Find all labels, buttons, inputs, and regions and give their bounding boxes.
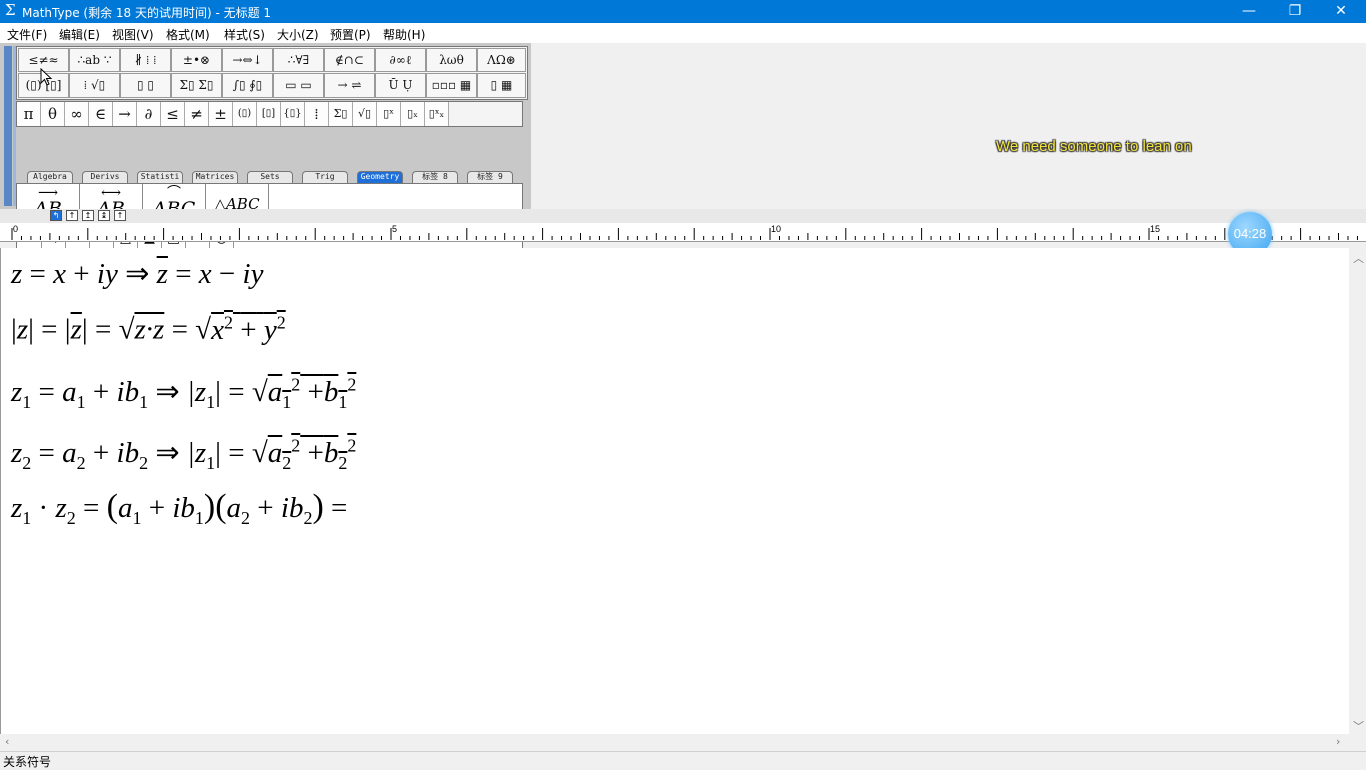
right-arrow-symbol-button[interactable]: → bbox=[113, 102, 137, 126]
toolbar-drag-handle[interactable] bbox=[4, 46, 12, 206]
set-theory-palette-button[interactable]: ∉∩⊂ bbox=[324, 48, 375, 72]
toolbar-empty-area bbox=[531, 43, 1366, 209]
scroll-down-arrow-icon[interactable]: ﹀ bbox=[1353, 718, 1364, 734]
operators-palette-button[interactable]: ±•⊗ bbox=[171, 48, 222, 72]
ruler-ticks bbox=[11, 228, 1358, 240]
small-symbol-bar: π θ ∞ ∈ → ∂ ≤ ≠ ± (▯) [▯] {▯} ⁞ Σ▯ √▯ ▯ˣ… bbox=[16, 101, 523, 127]
greek-lower-palette-button[interactable]: λωθ bbox=[426, 48, 477, 72]
menu-file[interactable]: 文件(F) bbox=[7, 26, 47, 43]
mathtype-app-icon: Σ bbox=[5, 1, 16, 19]
scroll-left-arrow-icon[interactable]: ‹ bbox=[5, 735, 9, 748]
ruler-label-5: 5 bbox=[392, 224, 398, 234]
subscript-template-button[interactable]: ▯ₓ bbox=[401, 102, 425, 126]
not-equal-symbol-button[interactable]: ≠ bbox=[185, 102, 209, 126]
tab-stop-strip: ↰ ↑ ↥ ↨ ↑ bbox=[0, 209, 1366, 223]
title-bar: Σ MathType (剩余 18 天的试用时间) - 无标题 1 — ❐ ✕ bbox=[0, 0, 1366, 23]
misc-symbols-palette-button[interactable]: ∂∞ℓ bbox=[375, 48, 426, 72]
menu-preferences[interactable]: 预置(P) bbox=[330, 26, 371, 43]
window-title: MathType (剩余 18 天的试用时间) - 无标题 1 bbox=[22, 6, 272, 20]
ruler[interactable]: 0 5 10 15 bbox=[0, 223, 1366, 242]
scroll-up-arrow-icon[interactable]: ︿ bbox=[1353, 250, 1364, 266]
element-of-symbol-button[interactable]: ∈ bbox=[89, 102, 113, 126]
equation-line-4: z2 = a2 + ib2 ⇒ |z1| = √a22 +b22 bbox=[11, 435, 357, 473]
left-tab-stop-button[interactable]: ↰ bbox=[50, 210, 62, 221]
logic-palette-button[interactable]: ∴∀∃ bbox=[273, 48, 324, 72]
menu-format[interactable]: 格式(M) bbox=[166, 26, 210, 43]
less-equal-symbol-button[interactable]: ≤ bbox=[161, 102, 185, 126]
sub-superscript-template-button[interactable]: ▯ˣₓ bbox=[425, 102, 449, 126]
equation-line-5: z1 · z2 = (a1 + ib1)(a2 + ib2) = bbox=[11, 488, 348, 528]
palette-area: ≤≠≈ ∴ab ∵ ∦ ⁞ ⁞ ±•⊗ →⇔↓ ∴∀∃ ∉∩⊂ ∂∞ℓ λωθ … bbox=[16, 46, 528, 100]
relation-tab-stop-button[interactable]: ↨ bbox=[98, 210, 110, 221]
horizontal-scrollbar[interactable]: ‹ › bbox=[0, 734, 1349, 751]
menu-help[interactable]: 帮助(H) bbox=[383, 26, 425, 43]
equation-line-2: |z| = |z| = √z·z = √x2 + y2 bbox=[11, 312, 286, 346]
scroll-right-arrow-icon[interactable]: › bbox=[1336, 735, 1340, 748]
integrals-palette-button[interactable]: ∫▯ ∮▯ bbox=[222, 73, 273, 98]
ruler-label-10: 10 bbox=[771, 224, 782, 234]
decimal-tab-stop-button[interactable]: ↑ bbox=[114, 210, 126, 221]
superscript-template-button[interactable]: ▯ˣ bbox=[377, 102, 401, 126]
parentheses-template-button[interactable]: (▯) bbox=[233, 102, 257, 126]
right-tab-stop-button[interactable]: ↥ bbox=[82, 210, 94, 221]
menu-style[interactable]: 样式(S) bbox=[224, 26, 265, 43]
arrows-palette-button[interactable]: →⇔↓ bbox=[222, 48, 273, 72]
mouse-cursor-icon bbox=[40, 68, 53, 86]
partial-symbol-button[interactable]: ∂ bbox=[137, 102, 161, 126]
tab-algebra[interactable]: Algebra bbox=[27, 171, 73, 183]
equation-line-3: z1 = a1 + ib1 ⇒ |z1| = √a12 +b12 bbox=[11, 374, 357, 412]
video-subtitle: We need someone to lean on bbox=[996, 138, 1192, 155]
menu-bar: 文件(F) 编辑(E) 视图(V) 格式(M) 样式(S) 大小(Z) 预置(P… bbox=[0, 23, 1366, 43]
spaces-ellipses-palette-button[interactable]: ∴ab ∵ bbox=[69, 48, 120, 72]
products-palette-button[interactable]: Ū Ụ bbox=[375, 73, 426, 98]
labeled-arrows-palette-button[interactable]: → ⇌ bbox=[324, 73, 375, 98]
fractions-radicals-palette-button[interactable]: ⁞ √▯ bbox=[69, 73, 120, 98]
equation-editor-area[interactable]: z = x + iy ⇒ z = x − iy |z| = |z| = √z·z… bbox=[0, 248, 1350, 734]
summation-palette-button[interactable]: Σ▯ Σ▯ bbox=[171, 73, 222, 98]
menu-size[interactable]: 大小(Z) bbox=[277, 26, 319, 43]
tab-8[interactable]: 标签 8 bbox=[412, 171, 458, 183]
center-tab-stop-button[interactable]: ↑ bbox=[66, 210, 78, 221]
boxes-palette-button[interactable]: ▯ ▦ bbox=[477, 73, 526, 98]
ruler-label-15: 15 bbox=[1150, 224, 1161, 234]
bars-palette-button[interactable]: ▭ ▭ bbox=[273, 73, 324, 98]
brackets-template-button[interactable]: [▯] bbox=[257, 102, 281, 126]
matrices-palette-button[interactable]: ▫▫▫ ▦ bbox=[426, 73, 477, 98]
vertical-scrollbar[interactable]: ︿ ﹀ bbox=[1349, 248, 1366, 734]
tab-geometry[interactable]: Geometry bbox=[357, 171, 403, 183]
subscripts-palette-button[interactable]: ▯ ▯ bbox=[120, 73, 171, 98]
embellishments-palette-button[interactable]: ∦ ⁞ ⁞ bbox=[120, 48, 171, 72]
fraction-template-button[interactable]: ⁞ bbox=[305, 102, 329, 126]
theta-symbol-button[interactable]: θ bbox=[41, 102, 65, 126]
plus-minus-symbol-button[interactable]: ± bbox=[209, 102, 233, 126]
ruler-label-0: 0 bbox=[13, 224, 19, 234]
braces-template-button[interactable]: {▯} bbox=[281, 102, 305, 126]
tab-9[interactable]: 标签 9 bbox=[467, 171, 513, 183]
infinity-symbol-button[interactable]: ∞ bbox=[65, 102, 89, 126]
equation-line-1: z = x + iy ⇒ z = x − iy bbox=[11, 258, 264, 290]
sum-template-button[interactable]: Σ▯ bbox=[329, 102, 353, 126]
status-bar: 关系符号 bbox=[0, 751, 1366, 769]
pi-symbol-button[interactable]: π bbox=[17, 102, 41, 126]
tab-matrices[interactable]: Matrices bbox=[192, 171, 238, 183]
tab-trig[interactable]: Trig bbox=[302, 171, 348, 183]
minimize-button[interactable]: — bbox=[1226, 0, 1272, 23]
menu-view[interactable]: 视图(V) bbox=[112, 26, 154, 43]
menu-edit[interactable]: 编辑(E) bbox=[59, 26, 100, 43]
maximize-button[interactable]: ❐ bbox=[1272, 0, 1318, 23]
radical-template-button[interactable]: √▯ bbox=[353, 102, 377, 126]
greek-upper-palette-button[interactable]: ΛΩ⊛ bbox=[477, 48, 526, 72]
tab-derivs[interactable]: Derivs bbox=[82, 171, 128, 183]
tab-statistics[interactable]: Statisti bbox=[137, 171, 183, 183]
status-text: 关系符号 bbox=[3, 755, 52, 769]
tab-sets[interactable]: Sets bbox=[247, 171, 293, 183]
close-button[interactable]: ✕ bbox=[1318, 0, 1364, 23]
toolbar-panel: ≤≠≈ ∴ab ∵ ∦ ⁞ ⁞ ±•⊗ →⇔↓ ∴∀∃ ∉∩⊂ ∂∞ℓ λωθ … bbox=[0, 43, 531, 250]
